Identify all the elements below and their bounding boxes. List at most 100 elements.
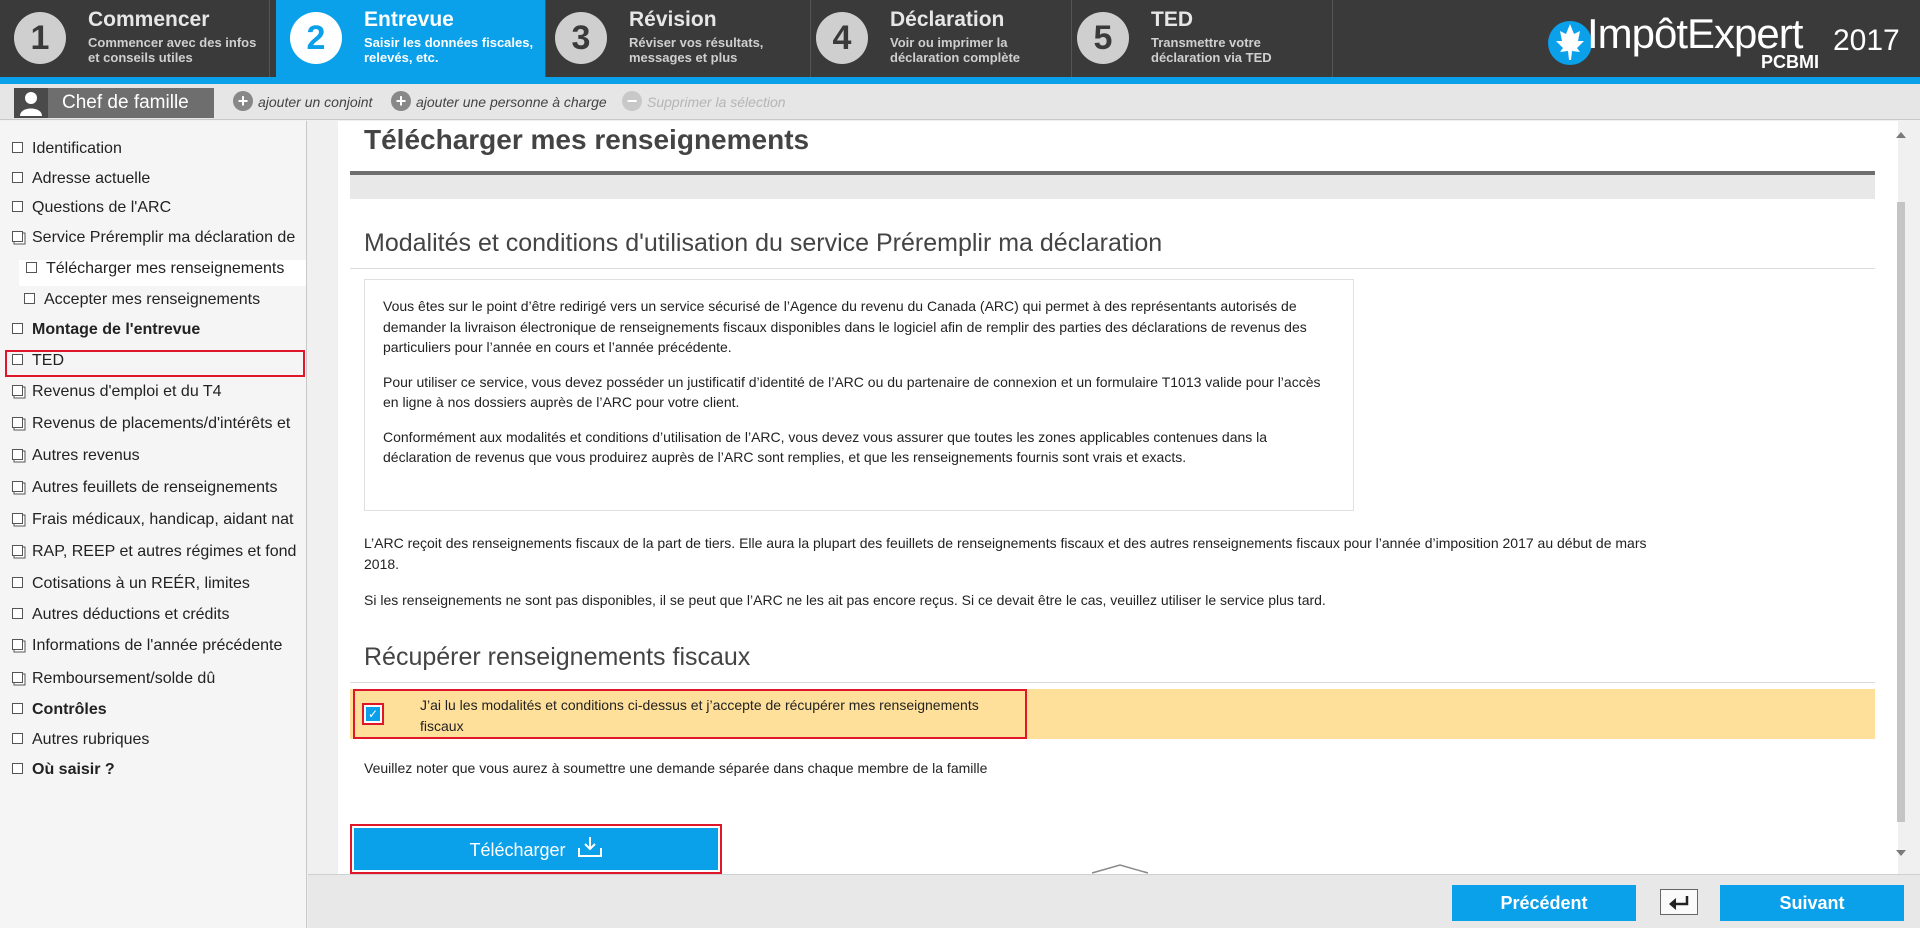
return-arrow-icon [1669,896,1689,910]
sidebar-item-annee-precedente[interactable]: Informations de l'année précédente [12,637,306,663]
terms-heading: Modalités et conditions d'utilisation du… [364,229,1163,257]
previous-button[interactable]: Précédent [1452,885,1636,921]
sidebar-item-autres-deductions[interactable]: Autres déductions et crédits [12,606,306,632]
next-button[interactable]: Suivant [1720,885,1904,921]
sidebar-item-ou-saisir[interactable]: Où saisir ? [12,761,306,787]
sidebar-item-cotisations-reer[interactable]: Cotisations à un REÉR, limites [12,575,306,601]
add-spouse-label: ajouter un conjoint [258,94,373,110]
multi-checkbox-icon [12,638,23,650]
terms-box: Vous êtes sur le point d’être redirigé v… [364,279,1354,511]
sidebar-item-autres-rubriques[interactable]: Autres rubriques [12,731,306,757]
checkbox-icon [12,732,23,744]
sidebar-item-label: RAP, REEP et autres régimes et fond [32,543,297,560]
main-panel: Télécharger mes renseignements Modalités… [308,121,1920,874]
sidebar-item-autres-revenus[interactable]: Autres revenus [12,447,306,473]
sidebar-item-label: Montage de l'entrevue [32,321,201,338]
sidebar-item-label: Contrôles [32,701,107,718]
app-logo: ImpôtExpert PCBMI 2017 [1545,8,1915,72]
sidebar-item-frais-medicaux[interactable]: Frais médicaux, handicap, aidant nat [12,511,306,537]
checkbox-icon [12,141,23,153]
sidebar-item-remboursement[interactable]: Remboursement/solde dû [12,670,306,696]
checkbox-icon [12,702,23,714]
step-subtitle: Commencer avec des infos et conseils uti… [88,35,257,65]
info-paragraph: L’ARC reçoit des renseignements fiscaux … [364,535,1647,572]
chevron-up-icon[interactable] [1090,863,1150,874]
accept-checkbox[interactable]: ✓ [362,703,384,725]
accept-label: J’ai lu les modalités et conditions ci-d… [420,697,979,734]
divider [350,682,1875,683]
sidebar-item-questions-arc[interactable]: Questions de l'ARC [12,199,306,225]
multi-checkbox-icon [12,230,23,242]
terms-paragraph: Vous êtes sur le point d’être redirigé v… [383,298,1307,355]
checkbox-icon [12,322,23,334]
download-label: Télécharger [469,840,566,860]
sidebar-item-label: Questions de l'ARC [32,199,172,216]
checkbox-icon [12,200,23,212]
sidebar-item-rap-reep[interactable]: RAP, REEP et autres régimes et fond [12,543,306,569]
step-title: Commencer [88,8,210,31]
checkbox-icon [12,607,23,619]
divider [350,268,1875,269]
multi-checkbox-icon [12,512,23,524]
multi-checkbox-icon [12,671,23,683]
minus-icon: − [622,91,642,112]
step-revision[interactable]: 3 Révision Réviser vos résultats, messag… [541,0,811,77]
sidebar-item-label: Revenus de placements/d'intérêts et [32,415,291,432]
delete-selection-link[interactable]: − Supprimer la sélection [622,91,786,112]
add-spouse-link[interactable]: + ajouter un conjoint [233,91,373,112]
download-button[interactable]: Télécharger [354,828,718,870]
sidebar-item-label: Revenus d'emploi et du T4 [32,383,222,400]
back-button[interactable] [1660,889,1698,915]
terms-paragraph: Conformément aux modalités et conditions… [383,428,1268,466]
person-tab-chef[interactable]: Chef de famille [14,88,214,118]
sidebar-item-label: Autres déductions et crédits [32,606,230,623]
info-paragraph: Si les renseignements ne sont pas dispon… [364,592,1326,608]
step-declaration[interactable]: 4 Déclaration Voir ou imprimer la déclar… [802,0,1072,77]
brand-name: ImpôtExpert [1587,10,1803,57]
retrieve-heading: Récupérer renseignements fiscaux [364,643,751,671]
step-subtitle: Saisir les données fiscales, relevés, et… [364,35,534,65]
brand-sub: PCBMI [1761,52,1819,72]
sidebar-item-telecharger[interactable]: Télécharger mes renseignements [19,260,306,286]
add-dependent-link[interactable]: + ajouter une personne à charge [391,91,607,112]
step-ted[interactable]: 5 TED Transmettre votre déclaration via … [1063,0,1333,77]
download-icon [577,837,602,858]
sidebar: Identification Adresse actuelle Question… [0,121,307,928]
scrollbar[interactable] [1894,130,1908,870]
sidebar-item-identification[interactable]: Identification [12,140,306,166]
sidebar-item-label: Frais médicaux, handicap, aidant nat [32,511,294,528]
sidebar-item-controles[interactable]: Contrôles [12,701,306,727]
scroll-thumb[interactable] [1897,202,1905,822]
step-number: 2 [290,12,342,64]
step-title: Révision [629,8,717,31]
step-number: 3 [555,12,607,64]
sidebar-item-label: Adresse actuelle [32,170,151,187]
sidebar-item-label: Où saisir ? [32,761,115,778]
brand-year: 2017 [1833,24,1900,57]
sidebar-item-label: Accepter mes renseignements [44,291,261,308]
step-title: TED [1151,8,1193,31]
sidebar-item-service-preremplir[interactable]: Service Préremplir ma déclaration de [12,229,306,255]
sidebar-item-label: Télécharger mes renseignements [46,260,285,277]
sidebar-item-label: Autres revenus [32,447,140,464]
step-entrevue[interactable]: 2 Entrevue Saisir les données fiscales, … [276,0,546,77]
step-title: Entrevue [364,8,454,31]
accent-line [0,77,1920,84]
scroll-up-icon[interactable] [1895,130,1907,140]
step-number: 5 [1077,12,1129,64]
sidebar-item-label: Autres feuillets de renseignements [32,479,278,496]
step-commencer[interactable]: 1 Commencer Commencer avec des infos et … [0,0,270,77]
sidebar-item-revenus-placements[interactable]: Revenus de placements/d'intérêts et [12,415,306,441]
scroll-down-icon[interactable] [1895,848,1907,858]
sidebar-item-adresse[interactable]: Adresse actuelle [12,170,306,196]
sidebar-item-accepter[interactable]: Accepter mes renseignements [24,291,306,317]
user-icon [14,88,48,118]
plus-icon: + [233,91,253,112]
sidebar-item-montage[interactable]: Montage de l'entrevue [12,321,306,347]
sidebar-item-revenus-emploi[interactable]: Revenus d'emploi et du T4 [12,383,306,409]
step-subtitle: Transmettre votre déclaration via TED [1151,35,1272,65]
sidebar-item-autres-feuillets[interactable]: Autres feuillets de renseignements [12,479,306,505]
sidebar-item-label: Autres rubriques [32,731,150,748]
bottom-nav: Précédent Suivant [308,874,1920,928]
step-bar: 1 Commencer Commencer avec des infos et … [0,0,1920,77]
